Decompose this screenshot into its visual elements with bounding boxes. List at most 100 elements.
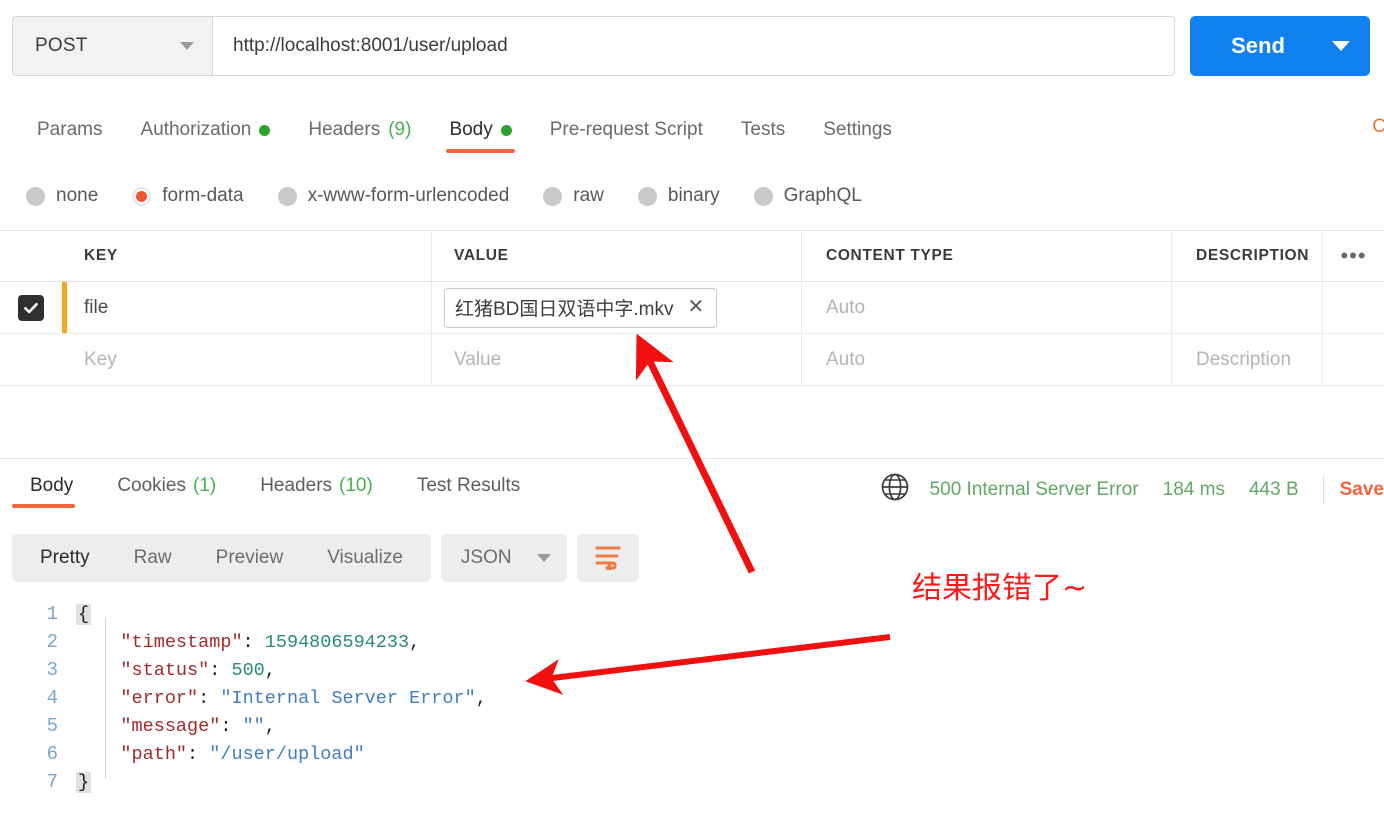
code-token-punct: : bbox=[187, 743, 210, 765]
response-tab-label: Cookies bbox=[117, 475, 186, 496]
code-line-content: "error": "Internal Server Error", bbox=[76, 687, 486, 709]
radio-button-icon[interactable] bbox=[637, 186, 657, 206]
code-token-key: "error" bbox=[120, 687, 199, 709]
request-tab-count: (9) bbox=[388, 119, 412, 140]
save-response-button[interactable]: Save bbox=[1340, 479, 1384, 501]
body-type-raw[interactable]: raw bbox=[543, 185, 604, 207]
row-value-cell[interactable]: 红猪BD国日双语中字.mkv ✕ bbox=[432, 282, 802, 333]
request-tab-label: Tests bbox=[740, 119, 786, 140]
view-mode-preview[interactable]: Preview bbox=[194, 534, 306, 582]
form-data-table: KEY VALUE CONTENT TYPE DESCRIPTION ••• f… bbox=[0, 230, 1384, 386]
header-description: DESCRIPTION bbox=[1196, 247, 1310, 264]
request-tab-settings[interactable]: Settings bbox=[804, 106, 911, 150]
http-method-selector[interactable]: POST bbox=[13, 17, 213, 75]
send-options-button[interactable] bbox=[1312, 41, 1370, 51]
row-description-placeholder: Description bbox=[1196, 348, 1292, 370]
table-row[interactable]: file 红猪BD国日双语中字.mkv ✕ Auto bbox=[0, 282, 1384, 334]
response-format-selector[interactable]: JSON bbox=[440, 534, 567, 582]
method-url-group: POST bbox=[12, 16, 1175, 76]
header-key: KEY bbox=[84, 247, 118, 264]
body-type-form-data[interactable]: form-data bbox=[132, 185, 244, 207]
request-tab-tests[interactable]: Tests bbox=[722, 106, 804, 150]
request-tab-authorization[interactable]: Authorization bbox=[121, 106, 289, 150]
bulk-edit-menu-button[interactable]: ••• bbox=[1340, 243, 1366, 269]
response-tab-label: Body bbox=[30, 475, 74, 496]
radio-button-icon[interactable] bbox=[543, 186, 563, 206]
code-token-key: "timestamp" bbox=[120, 631, 243, 653]
view-mode-segmented-control: Pretty Raw Preview Visualize bbox=[12, 534, 431, 582]
code-line: 2 "timestamp": 1594806594233, bbox=[0, 628, 1384, 656]
body-type-label: raw bbox=[573, 185, 604, 206]
code-line-content: "status": 500, bbox=[76, 660, 275, 681]
response-tab-label: Headers bbox=[260, 475, 333, 496]
row-description-cell[interactable] bbox=[1172, 282, 1322, 333]
code-token-str: "" bbox=[242, 715, 265, 737]
body-type-binary[interactable]: binary bbox=[637, 185, 720, 207]
wrap-lines-icon bbox=[593, 542, 623, 575]
body-type-label: binary bbox=[667, 185, 720, 206]
code-token-num: 1594806594233 bbox=[264, 631, 410, 653]
request-tab-params[interactable]: Params bbox=[18, 106, 121, 150]
send-button-group[interactable]: Send bbox=[1190, 16, 1370, 76]
response-tab-count: (10) bbox=[339, 475, 373, 496]
request-tab-label: Pre-request Script bbox=[549, 119, 703, 140]
table-row[interactable]: Key Value Auto Description bbox=[0, 334, 1384, 386]
chevron-down-icon bbox=[1332, 41, 1350, 51]
code-line: 6 "path": "/user/upload" bbox=[0, 740, 1384, 768]
code-token-str: "Internal Server Error" bbox=[220, 687, 476, 709]
view-mode-visualize[interactable]: Visualize bbox=[305, 534, 425, 582]
response-tab-cookies[interactable]: Cookies (1) bbox=[95, 462, 238, 508]
code-line-content: { bbox=[76, 603, 92, 625]
row-enabled-checkbox[interactable] bbox=[18, 294, 44, 321]
row-value-cell[interactable]: Value bbox=[432, 334, 802, 385]
code-line: 5 "message": "", bbox=[0, 712, 1384, 740]
view-mode-pretty[interactable]: Pretty bbox=[18, 534, 112, 582]
line-number: 1 bbox=[46, 603, 58, 625]
request-tab-headers[interactable]: Headers (9) bbox=[289, 106, 430, 150]
code-token-str: "/user/upload" bbox=[209, 743, 365, 765]
response-tab-headers[interactable]: Headers (10) bbox=[238, 462, 395, 508]
radio-button-icon[interactable] bbox=[26, 186, 45, 206]
close-icon[interactable]: ✕ bbox=[688, 297, 705, 317]
request-tab-label: Headers bbox=[308, 119, 381, 140]
radio-button-icon[interactable] bbox=[132, 186, 152, 206]
line-number: 7 bbox=[46, 771, 58, 793]
view-mode-raw[interactable]: Raw bbox=[112, 534, 194, 582]
body-type-graphql[interactable]: GraphQL bbox=[753, 185, 862, 207]
line-number: 6 bbox=[46, 743, 58, 765]
row-key-cell[interactable]: file bbox=[62, 282, 432, 333]
response-tab-test-results[interactable]: Test Results bbox=[395, 462, 542, 508]
body-type-x-www-form-urlencoded[interactable]: x-www-form-urlencoded bbox=[277, 185, 510, 207]
request-tab-label: Body bbox=[449, 119, 493, 140]
row-checkbox-cell bbox=[0, 282, 62, 333]
status-badge: 500 Internal Server Error bbox=[929, 478, 1139, 500]
globe-icon bbox=[880, 472, 910, 507]
row-content-type-cell[interactable]: Auto bbox=[802, 334, 1172, 385]
request-tab-body[interactable]: Body bbox=[430, 106, 530, 153]
response-meta: 500 Internal Server Error 184 ms 443 B S… bbox=[880, 472, 1384, 507]
request-url-bar: POST Send bbox=[0, 0, 1384, 92]
response-body-code[interactable]: 1 {2 "timestamp": 1594806594233, 3 "status… bbox=[0, 600, 1384, 835]
url-input[interactable] bbox=[213, 17, 1174, 75]
body-type-label: x-www-form-urlencoded bbox=[307, 185, 510, 206]
request-tab-label: Params bbox=[37, 119, 103, 140]
header-value: VALUE bbox=[454, 247, 509, 264]
row-key-cell[interactable]: Key bbox=[62, 334, 432, 385]
row-description-cell[interactable]: Description bbox=[1172, 334, 1322, 385]
status-dot-icon bbox=[500, 124, 512, 136]
wrap-lines-button[interactable] bbox=[576, 534, 639, 582]
response-tab-body[interactable]: Body bbox=[8, 462, 95, 508]
code-token-punct: : bbox=[242, 631, 265, 653]
file-chip[interactable]: 红猪BD国日双语中字.mkv ✕ bbox=[444, 287, 718, 328]
code-token-punct: , bbox=[409, 631, 421, 653]
radio-button-icon[interactable] bbox=[277, 186, 297, 206]
row-accent-bar bbox=[62, 282, 67, 333]
request-tab-pre-request-script[interactable]: Pre-request Script bbox=[531, 106, 722, 150]
radio-button-icon[interactable] bbox=[753, 186, 773, 206]
body-type-none[interactable]: none bbox=[26, 185, 98, 207]
row-more-cell bbox=[1322, 334, 1384, 385]
code-line: 4 "error": "Internal Server Error", bbox=[0, 684, 1384, 712]
send-button-label: Send bbox=[1231, 33, 1285, 58]
row-content-type-cell[interactable]: Auto bbox=[802, 282, 1172, 333]
line-number: 3 bbox=[46, 659, 58, 681]
